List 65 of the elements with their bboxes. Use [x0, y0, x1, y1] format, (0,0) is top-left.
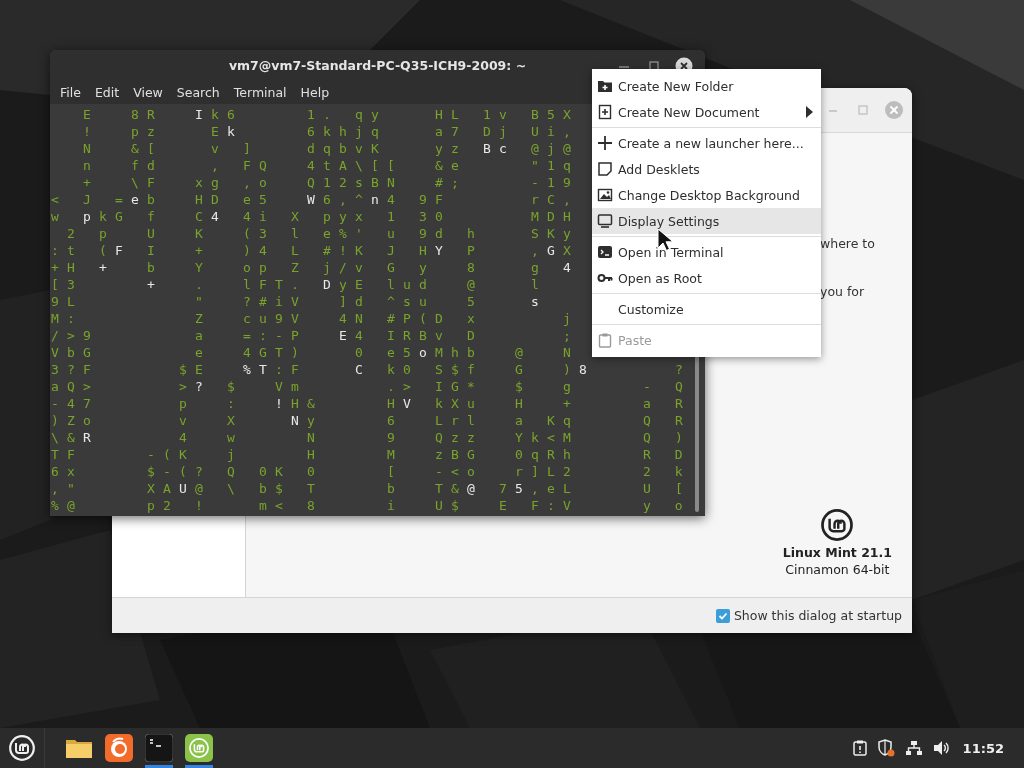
document-plus-icon: [597, 104, 613, 120]
menu-item[interactable]: Open in Terminal: [592, 239, 821, 265]
paragraph-text: where to: [820, 236, 875, 251]
menu-item[interactable]: Terminal: [226, 84, 294, 100]
menu-item[interactable]: Search: [169, 84, 227, 100]
terminal-line: 2 p U K (3 l e%' u 9d h SKy: [66, 225, 579, 242]
terminal-line: N &[ v ] dqbvK yz Bc @j@: [82, 140, 579, 157]
terminal-line: [3 + . lFT. D yE lud @ l: [51, 276, 547, 293]
menu-item[interactable]: Edit: [87, 84, 127, 100]
terminal-line: %@ p2 ! m< 8 i U$ E F:V y o: [51, 497, 691, 514]
menu-item[interactable]: Help: [293, 84, 337, 100]
clock[interactable]: 11:52: [962, 740, 1004, 756]
terminal-line: />9 a =:-P E 4 IRBv D ;: [51, 327, 579, 344]
terminal-line: TF -(K j H M zBG 0qRh R D: [51, 446, 691, 463]
edition-text: Cinnamon 64-bit: [785, 562, 890, 577]
menu-item[interactable]: Change Desktop Background: [592, 182, 821, 208]
checkbox-label: Show this dialog at startup: [733, 608, 902, 623]
terminal-line: ," XA U@ \ b$ T b T&@ 7 5,eL U [: [51, 480, 691, 497]
shield-icon[interactable]: [876, 739, 895, 757]
menu-item[interactable]: Add Desklets: [592, 156, 821, 182]
terminal-line: -47 p : !H& H V kXu H + a R: [51, 395, 691, 412]
clipboard-icon: [597, 332, 613, 348]
mint-logo-icon[interactable]: [8, 734, 36, 762]
menu-item[interactable]: Customize: [592, 296, 821, 322]
menu-item[interactable]: File: [53, 84, 88, 100]
volume-icon[interactable]: [932, 740, 951, 756]
terminal-line: +H + b Y op Z j/v G y 8 g 4: [51, 259, 579, 276]
terminal-line: n fd , FQ 4tA\[[ &e "1q: [82, 157, 579, 174]
terminal-line: aQ> >? $ Vm .> IG* $ g - Q: [51, 378, 691, 395]
paragraph-text: you for: [820, 284, 865, 299]
terminal-line: 9L " ?#iV ]d ^su 5 s: [51, 293, 547, 310]
monitor-icon: [597, 213, 613, 229]
terminal-line: M: Z cu9V 4N #P(D x j: [51, 310, 579, 327]
terminal-icon: [597, 244, 613, 260]
browser-icon: [105, 734, 133, 762]
menu-item[interactable]: Create New Folder: [592, 73, 821, 99]
terminal-line: \&R 4 w N 9 Qzz Yk<M Q ): [51, 429, 691, 446]
menu-item[interactable]: View: [126, 84, 170, 100]
product-name: Linux Mint 21.1: [782, 545, 892, 560]
startup-checkbox[interactable]: [715, 608, 730, 623]
terminal-line: 6x $-(? Q 0K 0 [ -<o r]L2 2 k: [51, 463, 691, 480]
network-icon[interactable]: [904, 740, 923, 756]
terminal-line: + \F xg ,o Q12sBN #; -19: [82, 174, 579, 191]
terminal-line: VbG e 4GT) 0 e5 o Mhb @ N: [51, 344, 579, 361]
image-icon: [597, 187, 613, 203]
menu-item[interactable]: Create a new launcher here...: [592, 130, 821, 156]
mint-logo-icon: [821, 509, 854, 541]
menu-item[interactable]: Open as Root: [592, 265, 821, 291]
menu-item[interactable]: Display Settings: [592, 208, 821, 234]
terminal-line: < J =e b HD e5 W 6,^n 4 9F rC,: [51, 191, 579, 208]
check-icon: [717, 610, 728, 621]
window-title: vm7@vm7-Standard-PC-Q35-ICH9-2009: ~: [228, 57, 527, 73]
plus-icon: [597, 135, 613, 151]
terminal-line: ! pz E k 6khjq a7 Dj Ui,: [82, 123, 579, 140]
mint-logo-icon: [185, 734, 213, 762]
folder-plus-icon: [597, 78, 613, 94]
clipboard-icon[interactable]: [852, 740, 867, 756]
menu-item[interactable]: Create New Document: [592, 99, 821, 125]
terminal-icon: [145, 734, 173, 762]
terminal-line: :t (F I + )4 L #!K J H Y P ,G X: [51, 242, 579, 259]
note-icon: [597, 161, 613, 177]
terminal-line: w p kG f C 4 4i X pyx 1 30 MDH: [51, 208, 579, 225]
terminal-line: )Zo v X N y 6 Lrl a Kq Q R: [51, 412, 691, 429]
terminal-line: E 8R I k6 1. qy HL 1v B5X: [82, 106, 579, 123]
terminal-line: 3?F $E %T:F C k0 S$f G )8 ?: [51, 361, 691, 378]
